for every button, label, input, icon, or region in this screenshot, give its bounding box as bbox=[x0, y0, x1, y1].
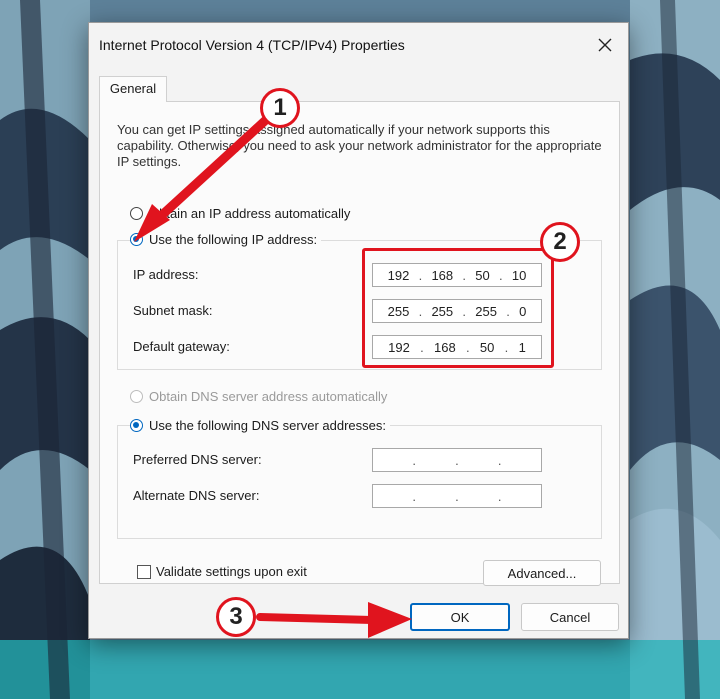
obtain-ip-auto-label: Obtain an IP address automatically bbox=[149, 206, 351, 221]
highlight-box-ip-fields bbox=[362, 248, 554, 368]
alternate-dns-label: Alternate DNS server: bbox=[133, 488, 260, 503]
radio-icon[interactable] bbox=[130, 390, 143, 403]
use-following-dns-label: Use the following DNS server addresses: bbox=[149, 418, 386, 433]
tab-general[interactable]: General bbox=[99, 76, 167, 102]
radio-icon[interactable] bbox=[130, 233, 143, 246]
title-bar[interactable]: Internet Protocol Version 4 (TCP/IPv4) P… bbox=[89, 23, 628, 69]
preferred-dns-label: Preferred DNS server: bbox=[133, 452, 262, 467]
close-icon bbox=[598, 38, 612, 52]
validate-settings-label: Validate settings upon exit bbox=[156, 564, 307, 579]
dns-server-group bbox=[117, 425, 602, 539]
info-text: You can get IP settings assigned automat… bbox=[117, 122, 602, 169]
advanced-button[interactable]: Advanced... bbox=[483, 560, 601, 586]
preferred-dns-input[interactable]: . . . bbox=[372, 448, 542, 472]
step-badge-2: 2 bbox=[540, 222, 580, 262]
step-badge-3: 3 bbox=[216, 597, 256, 637]
subnet-mask-label: Subnet mask: bbox=[133, 303, 213, 318]
radio-icon[interactable] bbox=[130, 207, 143, 220]
use-following-ip-option[interactable]: Use the following IP address: bbox=[130, 232, 322, 247]
checkbox-icon[interactable] bbox=[137, 565, 151, 579]
window-title: Internet Protocol Version 4 (TCP/IPv4) P… bbox=[99, 37, 405, 53]
cancel-button[interactable]: Cancel bbox=[521, 603, 619, 631]
default-gateway-label: Default gateway: bbox=[133, 339, 230, 354]
ip-address-label: IP address: bbox=[133, 267, 199, 282]
close-button[interactable] bbox=[588, 29, 622, 61]
use-following-ip-label: Use the following IP address: bbox=[149, 232, 318, 247]
alternate-dns-input[interactable]: . . . bbox=[372, 484, 542, 508]
obtain-ip-auto-option[interactable]: Obtain an IP address automatically bbox=[130, 206, 350, 221]
ok-button[interactable]: OK bbox=[410, 603, 510, 631]
obtain-dns-auto-option[interactable]: Obtain DNS server address automatically bbox=[130, 389, 387, 404]
use-following-dns-option[interactable]: Use the following DNS server addresses: bbox=[130, 418, 390, 433]
step-badge-1: 1 bbox=[260, 88, 300, 128]
radio-icon[interactable] bbox=[130, 419, 143, 432]
obtain-dns-auto-label: Obtain DNS server address automatically bbox=[149, 389, 388, 404]
